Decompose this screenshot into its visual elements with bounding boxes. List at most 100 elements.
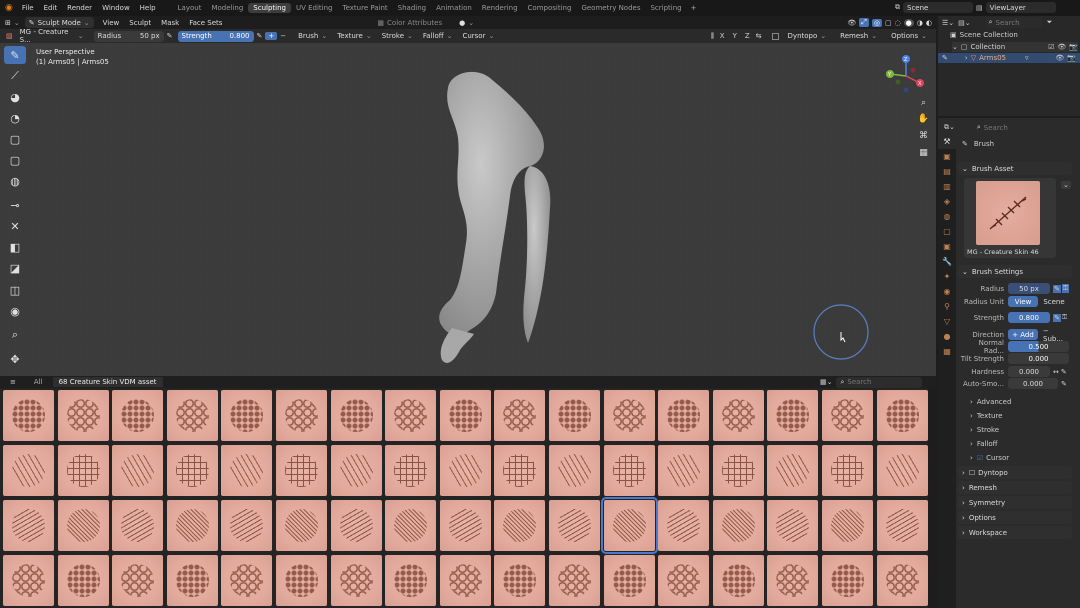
draw-brush-icon[interactable]: ✎: [4, 46, 26, 64]
brush-asset-tile[interactable]: [439, 390, 491, 441]
header-menu-sculpt[interactable]: Sculpt: [124, 19, 156, 27]
radius-unit-view-button[interactable]: View: [1008, 296, 1038, 307]
particles-icon[interactable]: ✦: [938, 269, 956, 284]
brush-asset-tile[interactable]: [876, 500, 928, 551]
options-menu[interactable]: Options: [886, 32, 932, 40]
brush-asset-tile[interactable]: [385, 555, 437, 606]
brush-asset-tile[interactable]: [439, 445, 491, 496]
workspace-tab-texture-paint[interactable]: Texture Paint: [338, 3, 393, 13]
panel-dyntopo[interactable]: › ☐ Dyntopo: [958, 466, 1072, 479]
workspace-tab-animation[interactable]: Animation: [431, 3, 477, 13]
workspace-tab-shading[interactable]: Shading: [393, 3, 431, 13]
brush-asset-tile[interactable]: [494, 390, 546, 441]
brush-asset-tile[interactable]: [658, 555, 710, 606]
gizmo-toggle-icon[interactable]: ⤢: [859, 18, 869, 27]
dyntopo-panel-checkbox[interactable]: ☐: [969, 469, 975, 477]
object-row-arms05[interactable]: ✎ › ▽ Arms05 ▿ 👁 📷: [938, 53, 1080, 63]
grab-icon[interactable]: ◧: [4, 238, 26, 256]
normal-radius-slider[interactable]: 0.500: [1008, 341, 1069, 352]
layer-icon[interactable]: ▢: [4, 130, 26, 148]
navigation-gizmo[interactable]: Z X Y: [882, 52, 928, 98]
shading-material-icon[interactable]: ◑: [917, 19, 923, 27]
workspace-tab-compositing[interactable]: Compositing: [523, 3, 577, 13]
direction-sub-button[interactable]: −: [277, 32, 289, 40]
panel-remesh[interactable]: › Remesh: [958, 481, 1072, 494]
workspace-tab-scripting[interactable]: Scripting: [645, 3, 686, 13]
brush-asset-tile[interactable]: [166, 445, 218, 496]
autosmooth-slider[interactable]: 0.000: [1008, 378, 1058, 389]
axis-y-button[interactable]: Y: [731, 32, 739, 40]
hamburger-menu-icon[interactable]: ≡: [0, 378, 22, 386]
brush-asset-tile[interactable]: [57, 555, 109, 606]
ortho-toggle-icon[interactable]: ▦: [917, 147, 930, 160]
brush-asset-tile[interactable]: [166, 390, 218, 441]
strength-field[interactable]: Strength 0.800: [177, 30, 254, 42]
move-icon[interactable]: ✥: [4, 350, 26, 368]
render-icon[interactable]: ▣: [938, 149, 956, 164]
brush-asset-tile[interactable]: [603, 445, 655, 496]
brush-asset-tile[interactable]: [385, 390, 437, 441]
brush-asset-tile[interactable]: [330, 445, 382, 496]
lock-icon[interactable]: ⚿: [1062, 313, 1067, 322]
dyntopo-menu[interactable]: Dyntopo: [783, 32, 832, 40]
view-layer-selector[interactable]: ViewLayer: [985, 2, 1056, 13]
brush-asset-tile[interactable]: [712, 390, 764, 441]
pinch-icon[interactable]: ✕: [4, 217, 26, 235]
inflate-icon[interactable]: ▢: [4, 151, 26, 169]
pressure-icon[interactable]: ✎: [1061, 380, 1067, 388]
expand-icon[interactable]: ›: [965, 54, 968, 62]
subpanel-falloff[interactable]: › Falloff: [970, 440, 997, 448]
brush-asset-tile[interactable]: [549, 445, 600, 496]
camera-view-icon[interactable]: ⌘: [917, 130, 930, 143]
object-icon[interactable]: ▣: [938, 239, 956, 254]
properties-editor-icon[interactable]: ⧉⌄: [944, 123, 955, 132]
brush-asset-preview[interactable]: MG - Creature Skin 46: [964, 178, 1056, 258]
brush-asset-tile[interactable]: [166, 555, 218, 606]
brush-asset-tile[interactable]: [3, 445, 54, 496]
properties-search-input[interactable]: ⌕ Search: [972, 122, 1037, 133]
direction-add-button[interactable]: +: [265, 32, 278, 40]
scene-collection-row[interactable]: ▣ Scene Collection: [950, 31, 1018, 39]
brush-settings-panel-header[interactable]: ⌄ Brush Settings: [958, 265, 1072, 278]
snap-icon[interactable]: ⇆: [756, 32, 762, 40]
brush-asset-tile[interactable]: [439, 555, 491, 606]
camera-icon[interactable]: 📷: [1067, 54, 1080, 62]
texture-icon[interactable]: ▦: [938, 344, 956, 359]
material-icon[interactable]: ●: [938, 329, 956, 344]
eye-icon[interactable]: 👁: [1055, 54, 1064, 62]
world-icon[interactable]: ◍: [938, 209, 956, 224]
brush-asset-tile[interactable]: [221, 445, 273, 496]
color-attributes-label[interactable]: Color Attributes: [387, 19, 442, 27]
brush-asset-tile[interactable]: [767, 555, 819, 606]
data-icon[interactable]: ▽: [938, 314, 956, 329]
brush-asset-tile[interactable]: [658, 500, 710, 551]
direction-sub-toggle[interactable]: − Sub...: [1039, 327, 1069, 343]
workspace-tab-geometry-nodes[interactable]: Geometry Nodes: [576, 3, 645, 13]
brush-asset-tile[interactable]: [112, 555, 164, 606]
collection-row[interactable]: ⌄ ▢ Collection ☑ 👁 📷: [952, 42, 1078, 52]
symmetry-icon[interactable]: ⫼: [711, 32, 714, 41]
dyntopo-checkbox[interactable]: [771, 32, 779, 40]
workspace-tab-uv-editing[interactable]: UV Editing: [291, 3, 338, 13]
collection-icon[interactable]: ▢: [938, 224, 956, 239]
brush-asset-tile[interactable]: [57, 445, 109, 496]
pressure-icon[interactable]: ✎: [1061, 368, 1067, 376]
catalog-all-tab[interactable]: All: [22, 378, 53, 386]
pressure-icon[interactable]: ✎: [1053, 313, 1061, 322]
menu-help[interactable]: Help: [135, 4, 161, 12]
remesh-menu[interactable]: Remesh: [835, 32, 882, 40]
brush-asset-tile[interactable]: [767, 390, 819, 441]
pan-view-icon[interactable]: ✋: [917, 113, 930, 126]
add-workspace-button[interactable]: +: [687, 4, 701, 12]
brush-asset-tile[interactable]: [603, 390, 655, 441]
outliner-search-input[interactable]: ⌕ Search: [984, 17, 1043, 28]
filter-icon[interactable]: ⏷: [1047, 18, 1053, 27]
shading-solid-icon[interactable]: ●: [903, 18, 914, 27]
axis-z-button[interactable]: Z: [743, 32, 752, 40]
asset-search-input[interactable]: ⌕ Search: [836, 376, 923, 388]
eye-icon[interactable]: 👁: [1057, 43, 1066, 51]
brush-asset-tile[interactable]: [276, 445, 327, 496]
brush-asset-tile[interactable]: [822, 500, 873, 551]
header-menu-mask[interactable]: Mask: [156, 19, 184, 27]
radius-value-field[interactable]: 50 px: [1008, 283, 1050, 294]
